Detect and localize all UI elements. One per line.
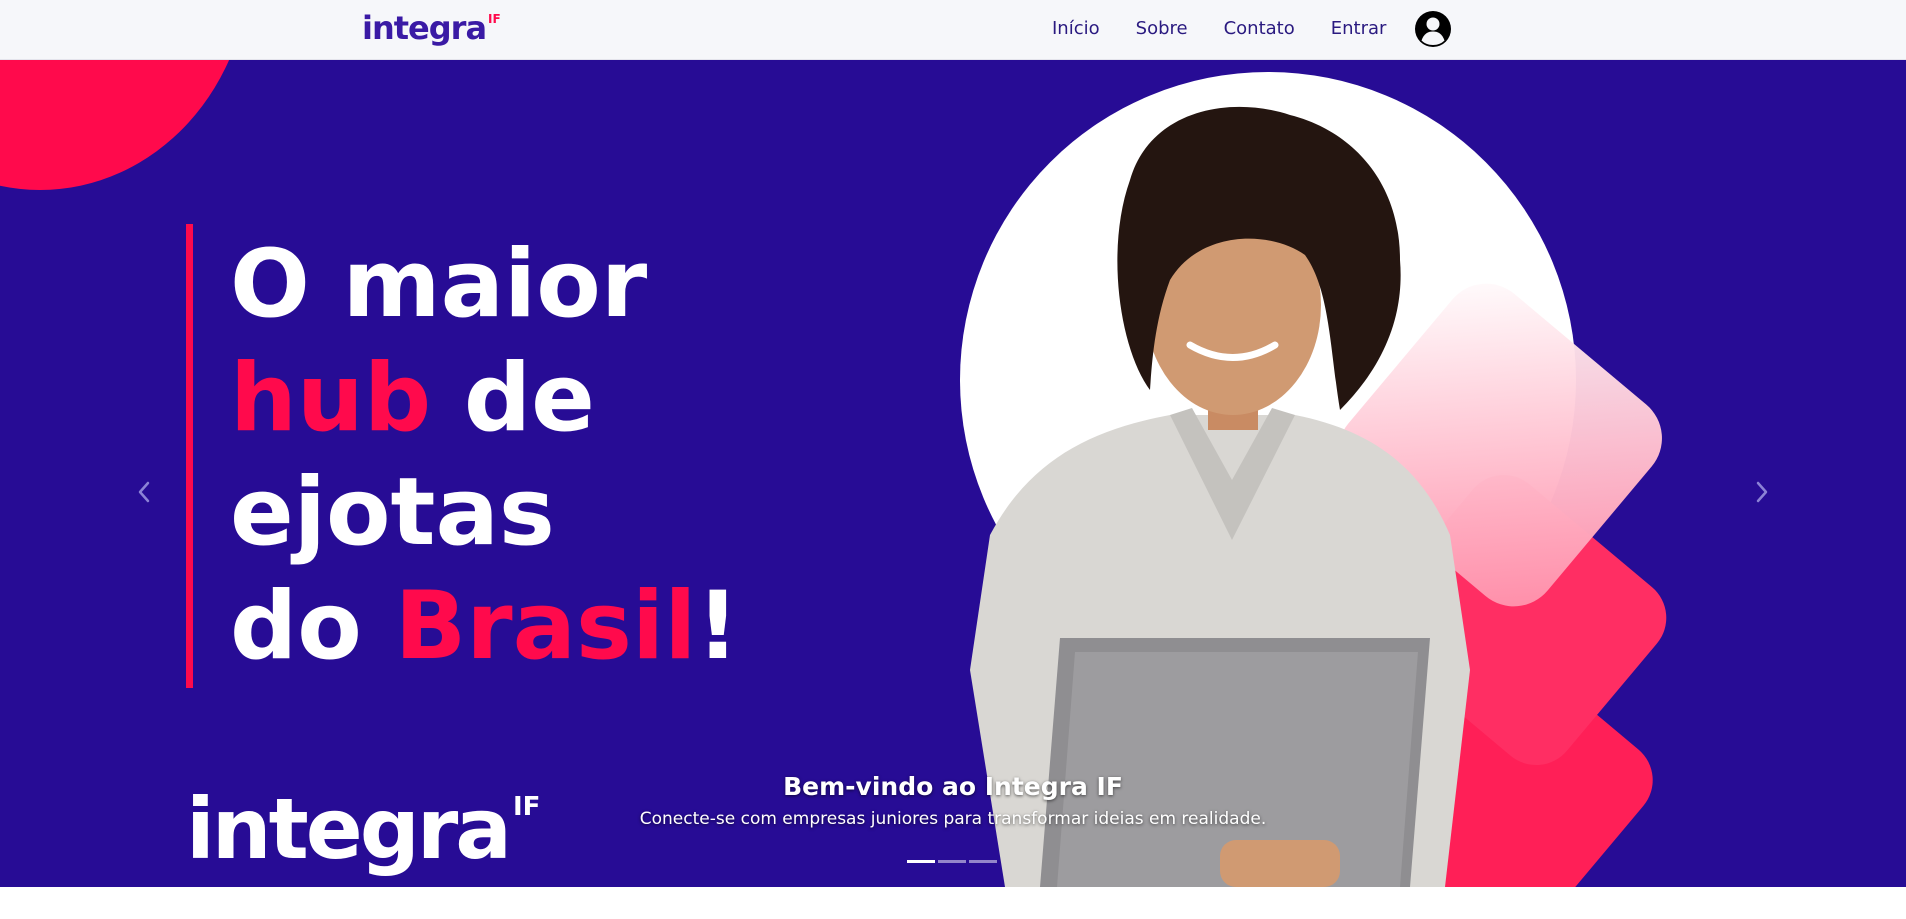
carousel-indicators	[907, 860, 1000, 863]
caption-title: Bem-vindo ao Integra IF	[783, 772, 1123, 801]
caption-text: Conecte-se com empresas juniores para tr…	[639, 809, 1267, 829]
user-circle-icon[interactable]	[1414, 10, 1452, 48]
nav-link-inicio[interactable]: Início	[1052, 14, 1100, 44]
chevron-left-icon	[138, 481, 150, 503]
page-below-hero	[0, 887, 1906, 919]
carousel-indicator-3[interactable]	[969, 860, 997, 863]
headline-line-3: ejotas	[230, 458, 555, 567]
headline-text-do: do	[230, 572, 395, 681]
nav-link-contato[interactable]: Contato	[1224, 14, 1295, 44]
headline-text-de: de	[431, 344, 595, 453]
hero-headline: O maior hub de ejotas do Brasil!	[230, 228, 750, 684]
brand-logo-link[interactable]: integra IF	[362, 8, 501, 48]
brand-superscript: IF	[488, 12, 501, 26]
headline-accent-hub: hub	[230, 344, 432, 453]
headline-exclamation: !	[696, 572, 740, 681]
headline-line-2: hub de	[230, 342, 750, 456]
nav-link-entrar[interactable]: Entrar	[1331, 14, 1387, 44]
carousel-next-button[interactable]	[1742, 458, 1782, 526]
headline-line-4: do Brasil!	[230, 570, 750, 684]
decorative-blob	[0, 60, 250, 190]
chevron-right-icon	[1756, 481, 1768, 503]
navbar: integra IF Início Sobre Contato Entrar	[0, 0, 1906, 60]
headline-accent-brasil: Brasil	[394, 572, 697, 681]
headline-line-1: O maior	[230, 230, 648, 339]
headline-accent-bar	[186, 224, 193, 688]
carousel-indicator-1[interactable]	[907, 860, 935, 863]
carousel-caption: Bem-vindo ao Integra IF Conecte-se com e…	[0, 770, 1906, 832]
brand-wordmark: integra	[362, 9, 487, 47]
carousel-indicator-2[interactable]	[938, 860, 966, 863]
carousel-prev-button[interactable]	[124, 458, 164, 526]
nav-links: Início Sobre Contato Entrar	[1052, 14, 1404, 44]
nav-link-sobre[interactable]: Sobre	[1136, 14, 1188, 44]
hero-person-image	[960, 72, 1667, 887]
hero-carousel: O maior hub de ejotas do Brasil! integra…	[0, 60, 1906, 887]
